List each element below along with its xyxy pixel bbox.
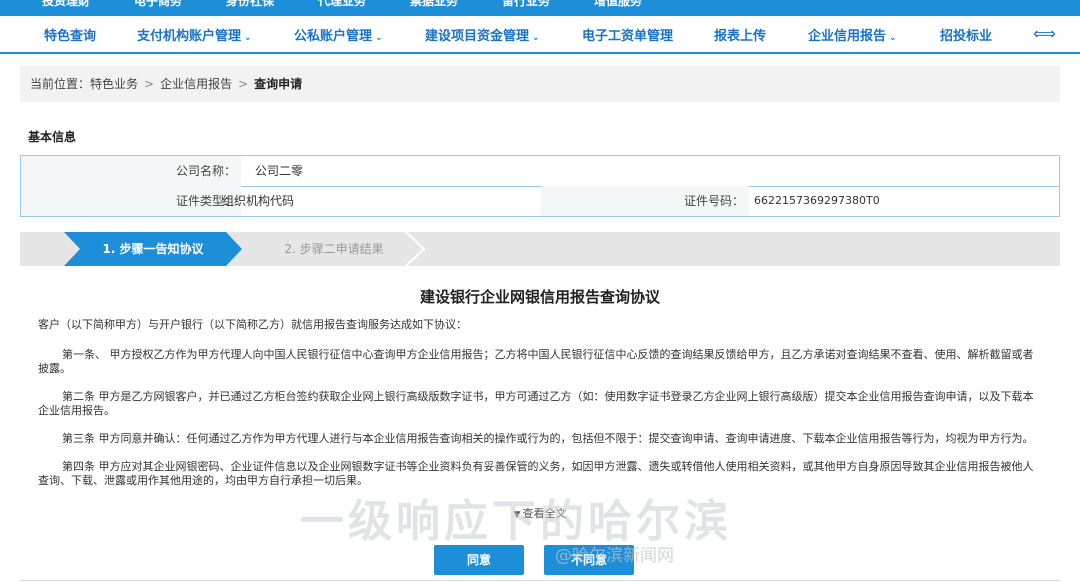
basic-info-table: 公司名称： 公司二零 证件类型： 组织机构代码 证件号码： 6622157369…: [20, 155, 1060, 217]
agreement-clause-1: 第一条、 甲方授权乙方作为甲方代理人向中国人民银行征信中心查询甲方企业信用报告；…: [38, 348, 1034, 375]
company-name-value: 公司二零: [255, 164, 304, 178]
nav-item-feature-query[interactable]: 特色查询: [44, 25, 96, 44]
agreement-clause-3: 第三条 甲方同意并确认：任何通过乙方作为甲方代理人进行与本企业信用报告查询相关的…: [62, 432, 1034, 445]
disagree-button[interactable]: 不同意: [544, 545, 634, 575]
chevron-down-icon: ⌄: [375, 33, 383, 43]
breadcrumb-separator: >: [238, 77, 249, 91]
nav-item-credit-report[interactable]: 企业信用报告 ⌄: [808, 25, 897, 44]
breadcrumb-current: 查询申请: [254, 77, 303, 91]
section-title-basic-info: 基本信息: [28, 130, 77, 144]
agreement-clause-2: 第二条 甲方是乙方网银客户，并已通过乙方柜台签约获取企业网上银行高级版数字证书，…: [38, 390, 1034, 417]
top-menu-item[interactable]: 投资理财: [20, 0, 112, 9]
agree-button[interactable]: 同意: [434, 545, 524, 575]
agreement-intro: 客户（以下简称甲方）与开户银行（以下简称乙方）就信用报告查询服务达成如下协议：: [38, 318, 467, 331]
nav-item-bidding[interactable]: 招投标业: [940, 25, 992, 44]
id-number-value: 6622157369297380T0: [754, 194, 880, 207]
breadcrumb-separator: >: [144, 77, 155, 91]
top-menu-item[interactable]: 增值服务: [572, 0, 664, 9]
agreement-clause-4: 第四条 甲方应对其企业网银密码、企业证件信息以及企业网银数字证书等企业资料负有妥…: [38, 460, 1034, 487]
breadcrumb: 当前位置：特色业务 > 企业信用报告 > 查询申请: [20, 66, 1060, 102]
step-2-result: 2. 步骤二申请结果: [284, 242, 384, 256]
scroll-arrows-icon[interactable]: ⟺: [1033, 24, 1056, 43]
chevron-down-icon: ⌄: [889, 33, 897, 43]
view-all-link[interactable]: ▼ 查看全文: [0, 505, 1080, 521]
chevron-down-icon: ⌄: [244, 33, 252, 43]
breadcrumb-item-credit-report[interactable]: 企业信用报告: [160, 77, 232, 91]
chevron-down-icon: ⌄: [532, 33, 540, 43]
nav-item-payment-account[interactable]: 支付机构账户管理 ⌄: [137, 25, 252, 44]
step-progress-bar: 1. 步骤一告知协议 2. 步骤二申请结果: [20, 232, 1060, 266]
expand-arrow-icon: ▼: [513, 510, 521, 520]
step-1-agreement: 1. 步骤一告知协议: [64, 232, 242, 266]
top-menu-item[interactable]: 票据业务: [388, 0, 480, 9]
top-menu-item[interactable]: 代理业务: [296, 0, 388, 9]
nav-item-report-upload[interactable]: 报表上传: [714, 25, 766, 44]
top-menu-item[interactable]: 身份社保: [204, 0, 296, 9]
view-all-label: 查看全文: [522, 507, 567, 520]
id-number-label: 证件号码：: [683, 194, 744, 208]
top-menu-item[interactable]: 留行业务: [480, 0, 572, 9]
info-row-company: 公司名称： 公司二零: [21, 156, 1059, 187]
nav-item-public-private-account[interactable]: 公私账户管理 ⌄: [294, 25, 383, 44]
main-nav: 特色查询 支付机构账户管理 ⌄ 公私账户管理 ⌄ 建设项目资金管理 ⌄ 电子工资单管理…: [0, 16, 1080, 54]
info-row-id: 证件类型： 组织机构代码 证件号码： 6622157369297380T0: [21, 186, 1059, 216]
id-type-value: 组织机构代码: [222, 194, 295, 208]
company-name-label: 公司名称：: [175, 164, 236, 178]
breadcrumb-prefix: 当前位置：: [30, 77, 91, 91]
top-menu-items: 投资理财 电子商务 身份社保 代理业务 票据业务 留行业务 增值服务: [0, 0, 664, 9]
divider: [20, 580, 1060, 581]
step-arrow-icon: [405, 232, 426, 266]
nav-item-project-funds[interactable]: 建设项目资金管理 ⌄: [425, 25, 540, 44]
top-menu-item[interactable]: 电子商务: [112, 0, 204, 9]
breadcrumb-item-feature[interactable]: 特色业务: [90, 77, 138, 91]
nav-item-e-payroll[interactable]: 电子工资单管理: [582, 25, 673, 44]
agreement-title: 建设银行企业网银信用报告查询协议: [419, 288, 660, 306]
top-menu-bar: 投资理财 电子商务 身份社保 代理业务 票据业务 留行业务 增值服务: [0, 0, 1080, 16]
